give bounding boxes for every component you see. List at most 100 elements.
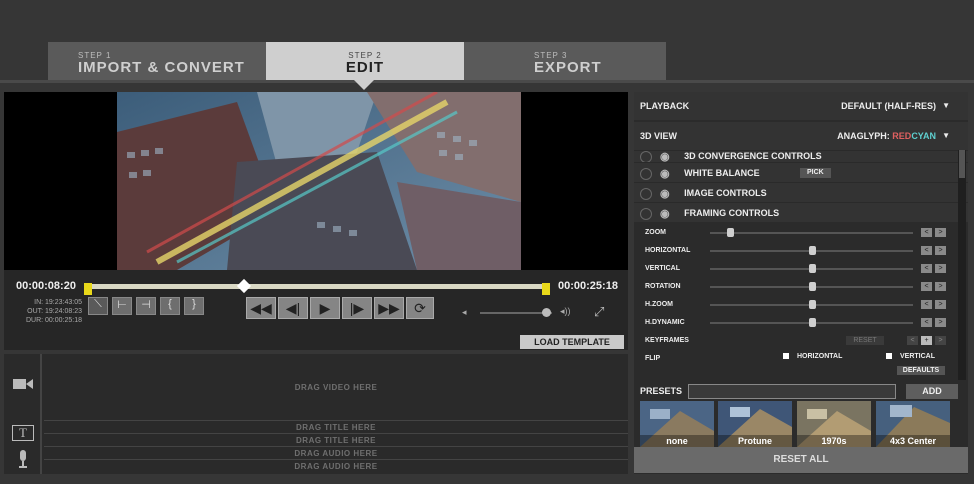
increment-button[interactable]: > [935,264,946,273]
decrement-button[interactable]: < [921,228,932,237]
flip-vertical-checkbox[interactable]: VERTICAL [886,353,935,360]
increment-button[interactable]: > [935,318,946,327]
scrub-bar[interactable] [88,284,548,289]
bracket-right-icon: } [192,298,196,310]
eye-icon[interactable]: ◉ [660,204,670,224]
fast-forward-icon: ▶▶ [378,300,400,316]
flip-horizontal-checkbox[interactable]: HORIZONTAL [783,353,842,360]
decrement-button[interactable]: < [921,246,932,255]
preset-label: none [640,435,714,447]
fullscreen-icon[interactable]: ⤢ [594,304,604,320]
framing-slider[interactable] [710,318,913,327]
pick-button[interactable]: PICK [800,168,831,178]
step-forward-button[interactable]: |▶ [342,297,372,319]
slider-knob[interactable] [809,300,816,309]
rewind-icon: ◀◀ [250,300,272,316]
section-image-controls[interactable]: ◉ IMAGE CONTROLS [634,182,968,202]
keyframe-next-button[interactable]: > [935,336,946,345]
in-marker[interactable] [84,283,92,295]
play-button[interactable]: ▶ [310,297,340,319]
decrement-button[interactable]: < [921,264,932,273]
slip-button[interactable]: ⟍ [88,297,108,315]
fast-forward-button[interactable]: ▶▶ [374,297,404,319]
3d-view-row[interactable]: 3D VIEW ANAGLYPH: REDCYAN ▼ [634,122,968,150]
eye-icon[interactable]: ◉ [660,184,670,204]
presets-label: PRESETS [640,386,683,396]
mark-out-button[interactable]: ⊣ [136,297,156,315]
framing-label: H.DYNAMIC [645,319,685,326]
tab-export[interactable]: STEP 3 EXPORT [464,42,666,80]
framing-label: HORIZONTAL [645,247,691,254]
step-back-icon: ◀| [285,300,301,316]
increment-button[interactable]: > [935,282,946,291]
audio-drop-zone[interactable]: DRAG AUDIO HERE [44,462,628,471]
keyframe-prev-button[interactable]: < [907,336,918,345]
chevron-up-icon [640,207,652,220]
end-timecode: 00:00:25:18 [558,280,618,292]
slider-knob[interactable] [809,246,816,255]
increment-button[interactable]: > [935,300,946,309]
flip-vertical-label: VERTICAL [900,353,935,360]
panel-scrollbar[interactable] [958,150,966,380]
playback-label: PLAYBACK [640,101,690,111]
volume-knob[interactable] [542,308,551,317]
section-label: IMAGE CONTROLS [684,188,767,198]
audio-drop-zone[interactable]: DRAG AUDIO HERE [44,449,628,458]
framing-label: ZOOM [645,229,666,236]
volume-slider[interactable] [480,308,552,317]
loop-button[interactable]: ⟳ [406,297,434,319]
tab-edit[interactable]: STEP 2 EDIT [266,42,464,80]
framing-slider[interactable] [710,228,913,237]
playback-row[interactable]: PLAYBACK DEFAULT (HALF-RES) ▼ [634,92,968,120]
3d-view-dropdown[interactable]: ANAGLYPH: REDCYAN [837,122,936,150]
load-template-button[interactable]: LOAD TEMPLATE [520,335,624,349]
step-back-button[interactable]: ◀| [278,297,308,319]
reset-keyframes-button[interactable]: RESET [846,336,884,345]
go-to-out-button[interactable]: } [184,297,204,315]
slider-knob[interactable] [809,282,816,291]
video-drop-zone[interactable]: DRAG VIDEO HERE [44,383,628,392]
tab-import-convert[interactable]: STEP 1 IMPORT & CONVERT [48,42,266,80]
eye-icon[interactable]: ◉ [660,164,670,184]
preset-none[interactable]: none [640,401,714,447]
play-icon: ▶ [319,300,331,316]
preset-1970s[interactable]: 1970s [797,401,871,447]
section-label: FRAMING CONTROLS [684,208,780,218]
preset-protune[interactable]: Protune [718,401,792,447]
increment-button[interactable]: > [935,246,946,255]
panel-scrollbar-thumb[interactable] [959,150,965,178]
eye-icon[interactable]: ◉ [660,152,670,163]
slider-knob[interactable] [809,318,816,327]
3d-view-label: 3D VIEW [640,131,678,141]
framing-slider[interactable] [710,300,913,309]
framing-slider[interactable] [710,246,913,255]
framing-slider[interactable] [710,264,913,273]
out-marker[interactable] [542,283,550,295]
slider-knob[interactable] [727,228,734,237]
reset-all-button[interactable]: RESET ALL [634,447,968,473]
rewind-button[interactable]: ◀◀ [246,297,276,319]
track-divider [44,433,628,434]
framing-slider[interactable] [710,282,913,291]
go-to-in-button[interactable]: { [160,297,180,315]
section-white-balance[interactable]: ◉ WHITE BALANCE PICK [634,162,968,182]
add-preset-button[interactable]: ADD [906,384,958,399]
preset-4x3-center[interactable]: 4x3 Center [876,401,950,447]
decrement-button[interactable]: < [921,282,932,291]
title-drop-zone[interactable]: DRAG TITLE HERE [44,436,628,445]
mark-in-button[interactable]: ⊢ [112,297,132,315]
decrement-button[interactable]: < [921,300,932,309]
title-drop-zone[interactable]: DRAG TITLE HERE [44,423,628,432]
section-label: 3D CONVERGENCE CONTROLS [684,151,822,162]
preset-name-input[interactable] [688,384,896,399]
increment-button[interactable]: > [935,228,946,237]
section-3d-convergence[interactable]: ◉ 3D CONVERGENCE CONTROLS [634,150,968,162]
keyframe-add-button[interactable]: + [921,336,932,345]
decrement-button[interactable]: < [921,318,932,327]
step-divider [0,80,974,83]
video-preview[interactable] [117,92,521,270]
slider-knob[interactable] [809,264,816,273]
playback-dropdown[interactable]: DEFAULT (HALF-RES) [841,92,936,120]
section-framing-controls[interactable]: ◉ FRAMING CONTROLS [634,202,968,222]
defaults-button[interactable]: DEFAULTS [897,366,945,375]
